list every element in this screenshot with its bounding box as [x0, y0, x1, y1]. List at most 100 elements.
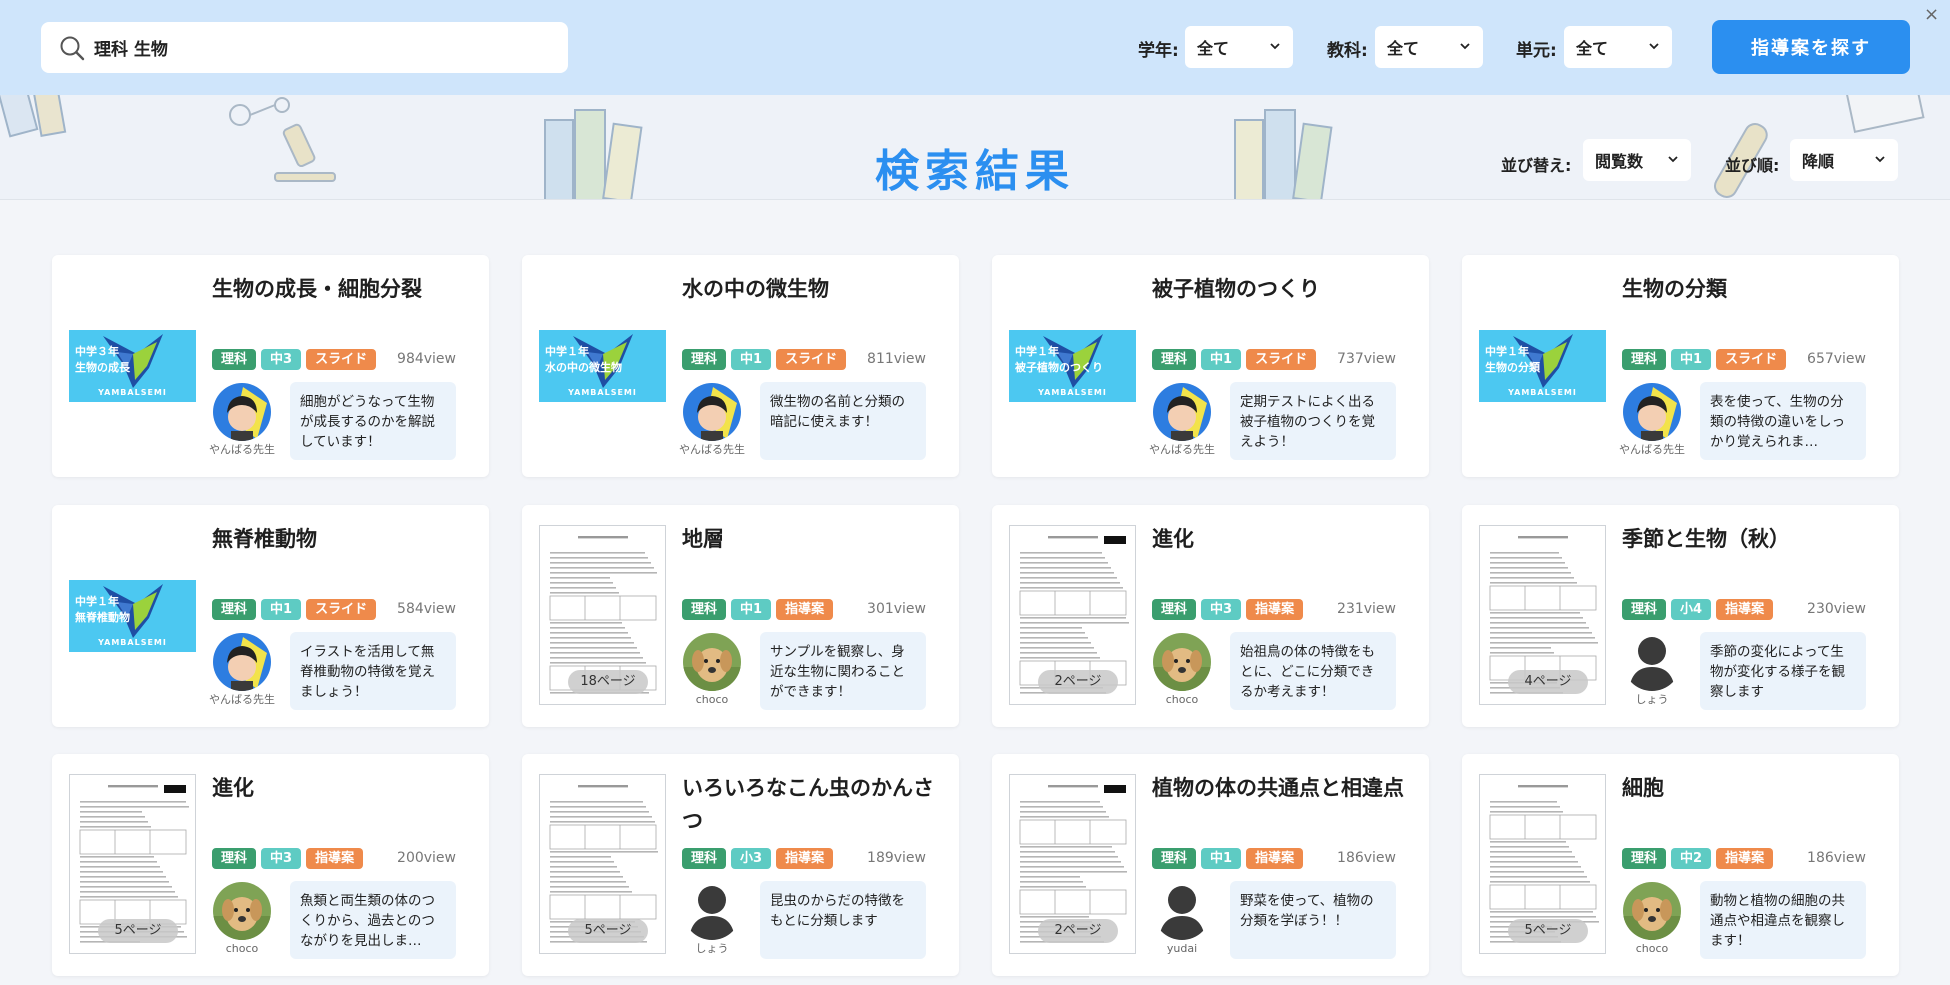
type-tag: スライド: [1716, 349, 1787, 370]
slide-brand: YAMBALSEMI: [98, 638, 167, 647]
view-count: 737view: [1337, 351, 1396, 367]
author-name: choco: [695, 693, 729, 706]
slide-thumbnail-text: 中学１年 無脊椎動物: [75, 595, 130, 624]
sort-by-select[interactable]: 閲覧数: [1583, 139, 1691, 181]
card-title[interactable]: 水の中の微生物: [682, 273, 944, 306]
card-title[interactable]: いろいろなこん虫のかんさつ: [682, 772, 944, 838]
view-count: 301view: [867, 601, 926, 617]
card-title[interactable]: 被子植物のつくり: [1152, 273, 1414, 306]
top-filter-bar: 学年: 全て 教科: 全て 単元: 全て 指導案を探す ×: [0, 0, 1950, 95]
result-card[interactable]: 中学１年 被子植物のつくり YAMBALSEMI 被子植物のつくり理科 中1 スライド 73…: [992, 255, 1429, 477]
author-name: やんばる先生: [1149, 443, 1215, 456]
author-name: しょう: [1635, 693, 1669, 706]
result-card[interactable]: 2ページ 進化 理科 中3 指導案 231view choco 始祖鳥の体の特徴をもとに、どこ…: [992, 505, 1429, 727]
type-tag: スライド: [1246, 349, 1317, 370]
subject-filter-select[interactable]: 全て: [1375, 26, 1483, 68]
notebook-deco-icon: [1844, 95, 1925, 134]
author-avatar[interactable]: [683, 633, 741, 691]
type-tag: 指導案: [306, 848, 364, 869]
result-card[interactable]: 4ページ 季節と生物（秋） 理科 小4 指導案 230view しょう 季節の変化によって生物…: [1462, 505, 1899, 727]
subject-tag: 理科: [212, 599, 257, 620]
card-title[interactable]: 無脊椎動物: [212, 523, 474, 556]
unit-filter-select[interactable]: 全て: [1564, 26, 1672, 68]
author-avatar[interactable]: [213, 882, 271, 940]
author-avatar[interactable]: [213, 383, 271, 441]
type-tag: スライド: [306, 599, 377, 620]
result-card[interactable]: 18ページ 地層 理科 中1 指導案 301view choco サンプルを観察し、身近な生物…: [522, 505, 959, 727]
author-name: choco: [1635, 942, 1669, 955]
author-avatar[interactable]: [1153, 882, 1211, 940]
card-title[interactable]: 進化: [1152, 523, 1414, 556]
result-card[interactable]: 5ページ いろいろなこん虫のかんさつ 理科 小3 指導案 189view しょう 昆虫のからだ…: [522, 754, 959, 976]
grade-tag: 小4: [1671, 599, 1712, 620]
author-avatar[interactable]: [683, 383, 741, 441]
slide-thumbnail[interactable]: 中学１年 水の中の微生物 YAMBALSEMI: [539, 330, 666, 402]
slide-brand: YAMBALSEMI: [568, 388, 637, 397]
find-lesson-plans-button[interactable]: 指導案を探す: [1712, 20, 1910, 74]
description-bubble: 定期テストによく出る被子植物のつくりを覚えよう！: [1230, 382, 1396, 460]
result-card[interactable]: 中学１年 水の中の微生物 YAMBALSEMI 水の中の微生物 理科 中1 スライド 811v…: [522, 255, 959, 477]
result-card[interactable]: 中学１年 生物の分類 YAMBALSEMI 生物の分類 理科 中1 スライド 657view や…: [1462, 255, 1899, 477]
card-title[interactable]: 進化: [212, 772, 474, 805]
card-title[interactable]: 季節と生物（秋）: [1622, 523, 1884, 556]
type-tag: 指導案: [1716, 599, 1774, 620]
search-input[interactable]: [94, 22, 554, 73]
result-card[interactable]: 中学３年 生物の成長 YAMBALSEMI 生物の成長・細胞分裂 理科 中3 スライド 984…: [52, 255, 489, 477]
sort-order-select[interactable]: 降順: [1790, 139, 1898, 181]
subject-tag: 理科: [212, 848, 257, 869]
author-avatar[interactable]: [1623, 383, 1681, 441]
card-tags: 理科 中3 指導案: [212, 848, 364, 869]
close-icon[interactable]: ×: [1924, 4, 1939, 25]
card-tags: 理科 中3 指導案: [1152, 599, 1304, 620]
page-count-badge: 18ページ: [568, 670, 648, 694]
grade-filter-value: 全て: [1197, 39, 1230, 58]
slide-brand: YAMBALSEMI: [1508, 388, 1577, 397]
slide-thumbnail[interactable]: 中学３年 生物の成長 YAMBALSEMI: [69, 330, 196, 402]
document-thumbnail[interactable]: 4ページ: [1479, 525, 1606, 705]
sort-by-label: 並び替え:: [1501, 156, 1572, 175]
card-title[interactable]: 生物の成長・細胞分裂: [212, 273, 474, 306]
author-avatar[interactable]: [1623, 882, 1681, 940]
result-card[interactable]: 2ページ 植物の体の共通点と相違点 理科 中1 指導案 186view yudai 野菜を使っ…: [992, 754, 1429, 976]
card-tags: 理科 中1 指導案: [1152, 848, 1304, 869]
subject-tag: 理科: [1622, 599, 1667, 620]
document-thumbnail[interactable]: 18ページ: [539, 525, 666, 705]
view-count: 186view: [1807, 850, 1866, 866]
slide-thumbnail[interactable]: 中学１年 被子植物のつくり YAMBALSEMI: [1009, 330, 1136, 402]
page-count-badge: 5ページ: [98, 919, 178, 943]
result-card[interactable]: 5ページ 細胞 理科 中2 指導案 186view choco 動物と植物の細胞の共通点や相違…: [1462, 754, 1899, 976]
author-avatar[interactable]: [1153, 633, 1211, 691]
view-count: 200view: [397, 850, 456, 866]
document-thumbnail[interactable]: 2ページ: [1009, 774, 1136, 954]
author-avatar[interactable]: [683, 882, 741, 940]
slide-thumbnail[interactable]: 中学１年 無脊椎動物 YAMBALSEMI: [69, 580, 196, 652]
card-title[interactable]: 地層: [682, 523, 944, 556]
document-thumbnail[interactable]: 2ページ: [1009, 525, 1136, 705]
card-title[interactable]: 植物の体の共通点と相違点: [1152, 772, 1414, 805]
slide-brand: YAMBALSEMI: [1038, 388, 1107, 397]
result-card[interactable]: 中学１年 無脊椎動物 YAMBALSEMI 無脊椎動物 理科 中1 スライド 584view や…: [52, 505, 489, 727]
author-avatar[interactable]: [1153, 383, 1211, 441]
card-title[interactable]: 生物の分類: [1622, 273, 1884, 306]
author-avatar[interactable]: [213, 633, 271, 691]
type-tag: 指導案: [1246, 848, 1304, 869]
document-thumbnail[interactable]: 5ページ: [539, 774, 666, 954]
result-card[interactable]: 5ページ 進化 理科 中3 指導案 200view choco 魚類と両生類の体のつくりから、…: [52, 754, 489, 976]
slide-thumbnail[interactable]: 中学１年 生物の分類 YAMBALSEMI: [1479, 330, 1606, 402]
card-title[interactable]: 細胞: [1622, 772, 1884, 805]
card-tags: 理科 中1 スライド: [1152, 349, 1317, 370]
chevron-down-icon: [1649, 43, 1659, 50]
author-name: やんばる先生: [679, 443, 745, 456]
document-thumbnail[interactable]: 5ページ: [1479, 774, 1606, 954]
description-bubble: 動物と植物の細胞の共通点や相違点を観察します！: [1700, 881, 1866, 959]
search-box[interactable]: [41, 22, 568, 73]
grade-tag: 中1: [1201, 349, 1242, 370]
grade-tag: 中3: [261, 848, 302, 869]
author-name: やんばる先生: [1619, 443, 1685, 456]
description-bubble: 微生物の名前と分類の暗記に使えます！: [760, 382, 926, 460]
author-avatar[interactable]: [1623, 633, 1681, 691]
document-thumbnail[interactable]: 5ページ: [69, 774, 196, 954]
grade-filter-select[interactable]: 全て: [1185, 26, 1293, 68]
sort-order-value: 降順: [1802, 152, 1835, 171]
description-bubble: 表を使って、生物の分類の特徴の違いをしっかり覚えられま…: [1700, 382, 1866, 460]
